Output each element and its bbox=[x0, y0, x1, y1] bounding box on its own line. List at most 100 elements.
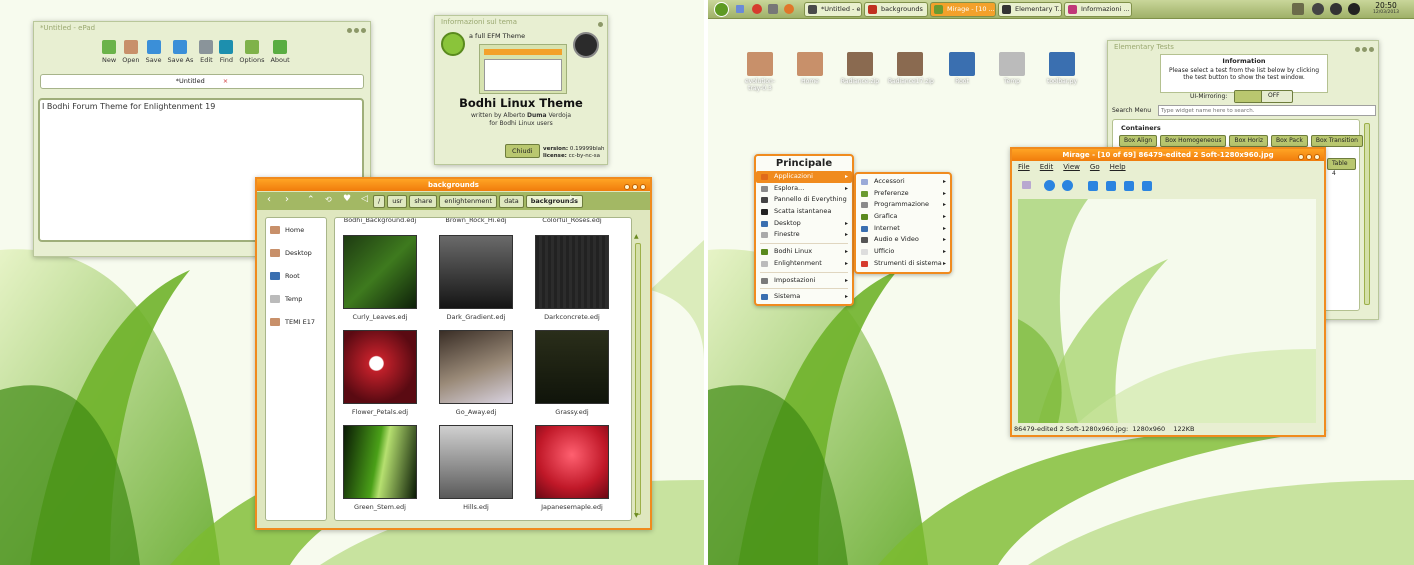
menu-file[interactable]: File bbox=[1018, 163, 1030, 171]
clear-icon[interactable] bbox=[1022, 181, 1031, 189]
maximize-button[interactable] bbox=[632, 184, 638, 190]
file-thumbnail[interactable]: Grassy.edj bbox=[535, 330, 609, 416]
toolbar-button-edit[interactable]: Edit bbox=[199, 38, 214, 64]
fullscreen-icon[interactable] bbox=[1142, 181, 1152, 191]
test-button[interactable]: Box Transition bbox=[1310, 135, 1363, 147]
sidebar-item-home[interactable]: Home bbox=[266, 218, 326, 241]
mirroring-toggle[interactable]: OFF bbox=[1234, 90, 1293, 103]
document-tab[interactable]: *Untitled × bbox=[40, 74, 364, 89]
breadcrumb-item[interactable]: / bbox=[373, 195, 386, 208]
previous-icon[interactable] bbox=[1044, 180, 1055, 191]
desktop-icon[interactable]: Root bbox=[940, 52, 984, 85]
toolbar-button-save[interactable]: Save bbox=[146, 38, 162, 64]
breadcrumb-item[interactable]: usr bbox=[387, 195, 408, 208]
file-manager-titlebar[interactable]: backgrounds bbox=[257, 179, 650, 191]
theme-info-titlebar[interactable]: Informazioni sul tema bbox=[435, 16, 607, 28]
file-thumbnail[interactable]: Darkconcrete.edj bbox=[535, 235, 609, 321]
menu-item[interactable]: Finestre ▸ bbox=[756, 229, 852, 241]
minimize-button[interactable] bbox=[347, 28, 352, 33]
sidebar-item-root[interactable]: Root bbox=[266, 264, 326, 287]
breadcrumb-item[interactable]: share bbox=[409, 195, 438, 208]
close-button[interactable] bbox=[598, 22, 603, 27]
submenu-item[interactable]: Strumenti di sistema ▸ bbox=[856, 258, 950, 270]
submenu-item[interactable]: Grafica ▸ bbox=[856, 211, 950, 223]
menu-item[interactable]: Enlightenment ▸ bbox=[756, 258, 852, 270]
clock[interactable]: 20:50 12/03/2013 bbox=[1365, 1, 1407, 15]
breadcrumb-item[interactable]: enlightenment bbox=[439, 195, 498, 208]
up-arrow-icon[interactable]: ⌃ bbox=[307, 195, 315, 205]
taskbar-task[interactable]: Elementary T... bbox=[998, 2, 1062, 17]
submenu-item[interactable]: Preferenze ▸ bbox=[856, 188, 950, 200]
scrollbar[interactable] bbox=[1364, 123, 1370, 305]
tab-close-icon[interactable]: × bbox=[223, 77, 228, 85]
menu-item[interactable]: Bodhi Linux ▸ bbox=[756, 246, 852, 258]
zoom-out-icon[interactable] bbox=[1088, 181, 1098, 191]
launcher-editor-icon[interactable] bbox=[768, 4, 778, 14]
file-thumbnail[interactable]: Japanesemaple.edj bbox=[535, 425, 609, 511]
zoom-fit-icon[interactable] bbox=[1124, 181, 1134, 191]
file-thumbnail[interactable]: Green_Stem.edj bbox=[343, 425, 417, 511]
close-button[interactable] bbox=[1314, 154, 1320, 160]
maximize-button[interactable] bbox=[1306, 154, 1312, 160]
menu-item[interactable]: Sistema ▸ bbox=[756, 291, 852, 303]
minimize-button[interactable] bbox=[1298, 154, 1304, 160]
zoom-in-icon[interactable] bbox=[1106, 181, 1116, 191]
close-button[interactable] bbox=[361, 28, 366, 33]
file-thumbnail[interactable]: Flower_Petals.edj bbox=[343, 330, 417, 416]
submenu-item[interactable]: Accessori ▸ bbox=[856, 176, 950, 188]
test-button[interactable]: Box Horiz bbox=[1229, 135, 1269, 147]
desktop-icon[interactable]: toolbar.py bbox=[1040, 52, 1084, 85]
sidebar-item-temp[interactable]: Temp bbox=[266, 287, 326, 310]
test-button[interactable]: Box Pack bbox=[1271, 135, 1308, 147]
taskbar-task[interactable]: Informazioni ... bbox=[1064, 2, 1132, 17]
test-button[interactable]: Box Homogeneous bbox=[1160, 135, 1227, 147]
toolbar-button-new[interactable]: New bbox=[102, 38, 116, 64]
menu-edit[interactable]: Edit bbox=[1040, 163, 1054, 171]
submenu-item[interactable]: Programmazione ▸ bbox=[856, 199, 950, 211]
desktop-icon[interactable]: Temp bbox=[990, 52, 1034, 85]
file-thumbnail[interactable]: Dark_Gradient.edj bbox=[439, 235, 513, 321]
menu-help[interactable]: Help bbox=[1110, 163, 1126, 171]
toolbar-button-find[interactable]: Find bbox=[219, 38, 234, 64]
submenu-item[interactable]: Internet ▸ bbox=[856, 223, 950, 235]
tools-icon[interactable] bbox=[1292, 3, 1304, 15]
menu-item[interactable]: Applicazioni ▸ bbox=[756, 171, 852, 183]
crumb-right-icon[interactable]: ▷ bbox=[570, 194, 577, 204]
launcher-files-icon[interactable] bbox=[736, 5, 744, 13]
table4-button[interactable]: Table 4 bbox=[1327, 158, 1356, 177]
submenu-item[interactable]: Ufficio ▸ bbox=[856, 246, 950, 258]
taskbar-task[interactable]: *Untitled - eP... bbox=[804, 2, 862, 17]
menu-go[interactable]: Go bbox=[1090, 163, 1100, 171]
minimize-button[interactable] bbox=[624, 184, 630, 190]
menu-item[interactable]: Esplora... ▸ bbox=[756, 183, 852, 195]
toolbar-button-save-as[interactable]: Save As bbox=[168, 38, 193, 64]
forward-arrow-icon[interactable]: › bbox=[285, 194, 289, 205]
menu-item[interactable]: Pannello di Everything bbox=[756, 194, 852, 206]
scroll-up-icon[interactable]: ▲ bbox=[634, 233, 639, 240]
taskbar-task[interactable]: Mirage - [10 ... bbox=[930, 2, 996, 17]
maximize-button[interactable] bbox=[1362, 47, 1367, 52]
start-menu-icon[interactable] bbox=[714, 2, 729, 17]
file-thumbnail[interactable]: Go_Away.edj bbox=[439, 330, 513, 416]
file-thumbnail[interactable]: Hills.edj bbox=[439, 425, 513, 511]
scroll-down-icon[interactable]: ▼ bbox=[634, 512, 639, 519]
search-input[interactable] bbox=[1158, 105, 1376, 116]
breadcrumb-item[interactable]: data bbox=[499, 195, 524, 208]
launcher-terminal-icon[interactable] bbox=[752, 4, 762, 14]
mirage-titlebar[interactable]: Mirage - [10 of 69] 86479-edited 2 Soft-… bbox=[1012, 149, 1324, 161]
desktop-icon[interactable]: Home bbox=[788, 52, 832, 85]
toolbar-button-open[interactable]: Open bbox=[122, 38, 140, 64]
close-button[interactable] bbox=[640, 184, 646, 190]
submenu-item[interactable]: Audio e Video ▸ bbox=[856, 234, 950, 246]
launcher-browser-icon[interactable] bbox=[784, 4, 794, 14]
back-arrow-icon[interactable]: ‹ bbox=[267, 194, 271, 205]
toolbar-button-about[interactable]: About bbox=[270, 38, 290, 64]
sidebar-item-desktop[interactable]: Desktop bbox=[266, 241, 326, 264]
crumb-left-icon[interactable]: ◁ bbox=[361, 194, 368, 204]
next-icon[interactable] bbox=[1062, 180, 1073, 191]
file-thumbnail[interactable]: Curly_Leaves.edj bbox=[343, 235, 417, 321]
sidebar-item-temi-e17[interactable]: TEMI E17 bbox=[266, 310, 326, 333]
menu-item[interactable]: Impostazioni ▸ bbox=[756, 275, 852, 287]
test-button[interactable]: Box Align bbox=[1119, 135, 1158, 147]
toolbar-button-options[interactable]: Options bbox=[239, 38, 264, 64]
